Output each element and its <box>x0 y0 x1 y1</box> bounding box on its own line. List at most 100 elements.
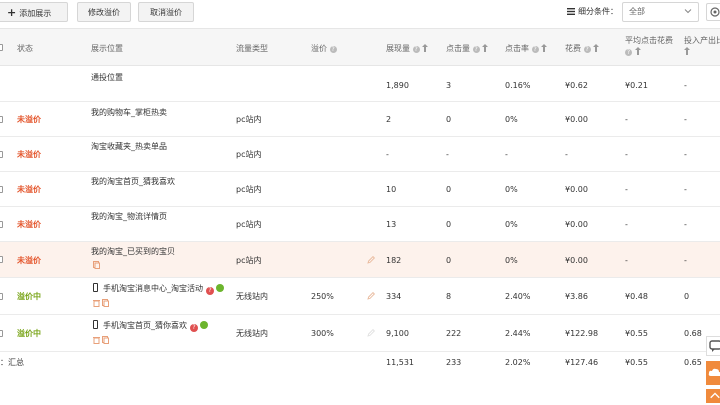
avg-cpc-value: ¥0.55 <box>625 329 648 338</box>
cost-value: ¥0.00 <box>565 220 588 229</box>
row-checkbox[interactable] <box>0 116 3 123</box>
mobile-icon <box>93 283 98 292</box>
summary-impressions: 11,531 <box>386 358 414 367</box>
sort-arrow-icon[interactable] <box>541 44 548 52</box>
check-icon <box>200 321 208 329</box>
avg-cpc-value: - <box>625 185 628 194</box>
ctr-value: 0% <box>505 115 518 124</box>
row-checkbox[interactable] <box>0 256 3 263</box>
status-badge: 溢价中 <box>17 329 41 338</box>
table-header: 状态 展示位置 流量类型 溢价 ? 展现量 ? 点击量 ? 点击率 ? 花费 ?… <box>0 28 720 66</box>
sort-arrow-icon[interactable] <box>684 47 690 55</box>
col-impressions[interactable]: 展现量 ? <box>386 43 429 54</box>
sort-arrow-icon[interactable] <box>482 44 489 52</box>
side-chat-button[interactable] <box>706 336 720 356</box>
clicks-value: 0 <box>446 220 452 229</box>
premium-value: 300% <box>311 329 334 338</box>
table-row: 溢价中 手机淘宝首页_猜你喜欢? 无线站内 300% 9,100 222 2.4… <box>0 315 720 352</box>
row-actions <box>93 261 102 271</box>
col-clicks[interactable]: 点击量 ? <box>446 43 489 54</box>
ctr-value: - <box>505 150 508 159</box>
roi-value: - <box>684 256 687 265</box>
cost-value: ¥0.00 <box>565 185 588 194</box>
edit-pencil-icon[interactable] <box>367 292 375 300</box>
help-icon[interactable]: ? <box>206 287 214 295</box>
side-feedback-button[interactable] <box>706 361 720 385</box>
chat-icon <box>709 340 720 352</box>
sort-arrow-icon[interactable] <box>634 47 641 55</box>
trash-icon[interactable] <box>93 336 100 344</box>
table-row: 未溢价 我的淘宝_已买到的宝贝 pc站内 182 0 0% ¥0.00 - - <box>0 242 720 278</box>
impressions-value: 13 <box>386 220 397 229</box>
ctr-value: 2.40% <box>505 292 531 301</box>
row-actions <box>93 336 111 346</box>
ctr-value: 0.16% <box>505 81 531 90</box>
up-icon <box>710 392 720 399</box>
roi-value: - <box>684 185 687 194</box>
col-position: 展示位置 <box>91 44 123 53</box>
settings-button[interactable] <box>706 3 720 21</box>
status-badge: 未溢价 <box>17 115 41 124</box>
help-icon[interactable]: ? <box>625 49 632 56</box>
position-name: 我的淘宝_物流详情页 <box>91 212 167 221</box>
status-badge: 未溢价 <box>17 150 41 159</box>
help-icon[interactable]: ? <box>329 46 337 53</box>
summary-ctr: 2.02% <box>505 358 531 367</box>
col-roi[interactable]: 投入产出比 <box>684 35 720 57</box>
col-ctr[interactable]: 点击率 ? <box>505 43 548 54</box>
roi-value: 0 <box>684 292 690 301</box>
summary-label: ：汇总 <box>0 358 24 367</box>
summary-cost: ¥127.46 <box>565 358 599 367</box>
ctr-value: 0% <box>505 220 518 229</box>
status-badge: 未溢价 <box>17 185 41 194</box>
row-checkbox[interactable] <box>0 186 3 193</box>
clicks-value: 0 <box>446 256 452 265</box>
toolbar: +添加展示位置 修改溢价 取消溢价 细分条件： 全部 <box>0 0 720 38</box>
row-checkbox[interactable] <box>0 151 3 158</box>
sort-arrow-icon[interactable] <box>593 44 600 52</box>
cost-value: ¥3.86 <box>565 292 588 301</box>
status-badge: 未溢价 <box>17 220 41 229</box>
select-all-checkbox[interactable] <box>0 44 3 51</box>
impressions-value: 10 <box>386 185 397 194</box>
table-row: 未溢价 我的购物车_掌柜热卖 pc站内 2 0 0% ¥0.00 - - <box>0 102 720 137</box>
edit-pencil-icon[interactable] <box>367 256 375 264</box>
ctr-value: 2.44% <box>505 329 531 338</box>
col-cost[interactable]: 花费 ? <box>565 43 600 54</box>
avg-cpc-value: ¥0.21 <box>625 81 648 90</box>
cancel-premium-button[interactable]: 取消溢价 <box>138 2 194 22</box>
table-row: 未溢价 我的淘宝首页_猜我喜欢 pc站内 10 0 0% ¥0.00 - - <box>0 172 720 207</box>
position-name: 我的淘宝首页_猜我喜欢 <box>91 177 175 186</box>
help-icon[interactable]: ? <box>190 324 198 332</box>
row-checkbox[interactable] <box>0 330 3 337</box>
impressions-value: 182 <box>386 256 402 265</box>
help-icon[interactable]: ? <box>583 46 591 53</box>
table-row: 未溢价 淘宝收藏夹_热卖单品 pc站内 - - - - - - <box>0 137 720 172</box>
chevron-down-icon <box>684 9 692 14</box>
avg-cpc-value: - <box>625 256 628 265</box>
copy-icon[interactable] <box>102 336 109 344</box>
row-checkbox[interactable] <box>0 221 3 228</box>
filter-label: 细分条件： <box>567 4 618 20</box>
filter-select[interactable]: 全部 <box>622 2 699 22</box>
trash-icon[interactable] <box>93 299 100 307</box>
help-icon[interactable]: ? <box>531 46 539 53</box>
copy-icon[interactable] <box>102 299 109 307</box>
summary-roi: 0.65 <box>684 358 702 367</box>
col-avg-cpc[interactable]: 平均点击花费? <box>625 35 685 57</box>
help-icon[interactable]: ? <box>412 46 420 53</box>
modify-premium-button[interactable]: 修改溢价 <box>77 2 131 22</box>
add-position-button[interactable]: +添加展示位置 <box>0 2 68 38</box>
mobile-icon <box>93 320 98 329</box>
impressions-value: 334 <box>386 292 402 301</box>
row-checkbox[interactable] <box>0 293 3 300</box>
status-badge: 未溢价 <box>17 256 41 265</box>
roi-value: - <box>684 220 687 229</box>
edit-pencil-icon[interactable] <box>367 329 375 337</box>
help-icon[interactable]: ? <box>472 46 480 53</box>
impressions-value: 1,890 <box>386 81 409 90</box>
copy-icon[interactable] <box>93 261 100 269</box>
gear-icon <box>710 7 720 17</box>
summary-row: ：汇总 11,531 233 2.02% ¥127.46 ¥0.55 0.65 <box>0 352 720 374</box>
sort-arrow-icon[interactable] <box>422 44 429 52</box>
